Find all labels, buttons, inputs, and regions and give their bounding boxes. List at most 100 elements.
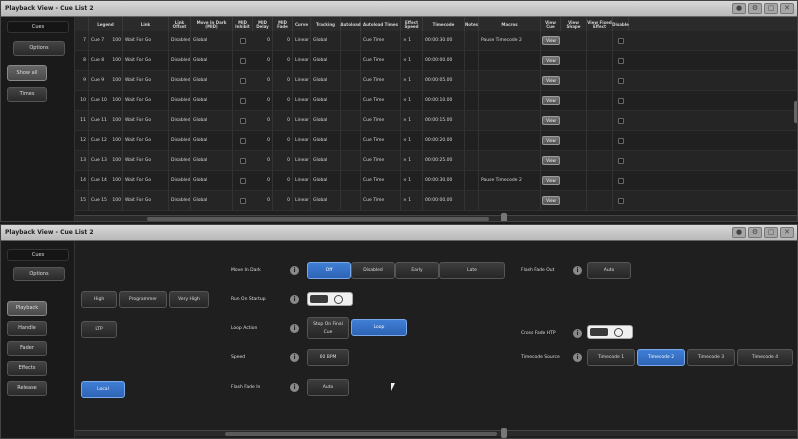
info-icon[interactable]: i bbox=[290, 266, 299, 275]
cue-notes[interactable] bbox=[465, 71, 479, 91]
loop-button[interactable]: Loop bbox=[351, 319, 407, 336]
cue-legend[interactable]: Cue 14 100 bbox=[89, 171, 123, 191]
window-titlebar[interactable]: Playback View - Cue List 2 ● ⚙ ▢ ✕ bbox=[1, 225, 797, 241]
cue-timecode[interactable]: 00:00:00.00 bbox=[423, 51, 465, 71]
cue-timecode[interactable]: 00:00:20.00 bbox=[423, 131, 465, 151]
cue-link[interactable]: Wait For Go bbox=[123, 71, 169, 91]
disable-checkbox[interactable] bbox=[618, 58, 624, 64]
scrollbar-grip[interactable] bbox=[501, 428, 507, 438]
cue-link[interactable]: Wait For Go bbox=[123, 191, 169, 211]
mid-inhibit-checkbox[interactable] bbox=[240, 58, 246, 64]
cue-autoload-times[interactable]: Cue Time bbox=[361, 111, 401, 131]
timecode-4-button[interactable]: Timecode 4 bbox=[737, 349, 793, 366]
lock-icon[interactable]: ● bbox=[732, 227, 746, 238]
window-titlebar[interactable]: Playback View - Cue List 2 ● ⚙ ▢ ✕ bbox=[1, 1, 797, 17]
cue-mid-fade[interactable]: 0 bbox=[273, 71, 293, 91]
mid-inhibit-checkbox[interactable] bbox=[240, 118, 246, 124]
timecode-1-button[interactable]: Timecode 1 bbox=[587, 349, 635, 366]
cue-notes[interactable] bbox=[465, 191, 479, 211]
cue-tracking[interactable]: Global bbox=[311, 51, 341, 71]
cue-view-shape[interactable] bbox=[561, 71, 587, 91]
scrollbar-grip[interactable] bbox=[501, 213, 507, 221]
cue-view-shape[interactable] bbox=[561, 151, 587, 171]
cue-move-in-dark[interactable]: Global bbox=[191, 191, 233, 211]
cue-curve[interactable]: Linear bbox=[293, 151, 311, 171]
cue-macros[interactable] bbox=[479, 131, 541, 151]
cue-curve[interactable]: Linear bbox=[293, 131, 311, 151]
cue-timecode[interactable]: 00:00:05.00 bbox=[423, 71, 465, 91]
cue-view-fixed-effect[interactable] bbox=[587, 111, 613, 131]
cue-number[interactable]: 12 bbox=[75, 131, 89, 151]
cue-autoload-times[interactable]: Cue Time bbox=[361, 71, 401, 91]
info-icon[interactable]: i bbox=[573, 266, 582, 275]
cue-link-offset[interactable]: Disabled bbox=[169, 191, 191, 211]
cue-tracking[interactable]: Global bbox=[311, 131, 341, 151]
cue-legend[interactable]: Cue 13 100 bbox=[89, 151, 123, 171]
nav-playback-button[interactable]: Playback bbox=[7, 301, 47, 316]
cue-link[interactable]: Wait For Go bbox=[123, 91, 169, 111]
cue-autoload-times[interactable]: Cue Time bbox=[361, 51, 401, 71]
lock-icon[interactable]: ● bbox=[732, 3, 746, 14]
cue-number[interactable]: 9 bbox=[75, 71, 89, 91]
cue-autoload[interactable] bbox=[341, 111, 361, 131]
cue-effect-speed[interactable]: × 1 bbox=[401, 111, 423, 131]
cue-mid-fade[interactable]: 0 bbox=[273, 151, 293, 171]
cue-mid-delay[interactable]: 0 bbox=[253, 111, 273, 131]
cue-autoload[interactable] bbox=[341, 171, 361, 191]
info-icon[interactable]: i bbox=[290, 295, 299, 304]
flash-fade-in-button[interactable]: Auto bbox=[307, 379, 349, 396]
cue-mid-fade[interactable]: 0 bbox=[273, 51, 293, 71]
cue-autoload-times[interactable]: Cue Time bbox=[361, 131, 401, 151]
mid-disabled-button[interactable]: Disabled bbox=[351, 262, 395, 279]
cue-mid-fade[interactable]: 0 bbox=[273, 131, 293, 151]
cue-number[interactable]: 7 bbox=[75, 31, 89, 51]
cue-view-shape[interactable] bbox=[561, 91, 587, 111]
scrollbar-thumb[interactable] bbox=[225, 432, 497, 436]
cue-link[interactable]: Wait For Go bbox=[123, 171, 169, 191]
show-all-button[interactable]: Show all bbox=[7, 65, 47, 81]
nav-effects-button[interactable]: Effects bbox=[7, 361, 47, 376]
cue-effect-speed[interactable]: × 1 bbox=[401, 71, 423, 91]
table-row[interactable]: 10 Cue 10 100 Wait For Go Disabled Global 0 0 Li… bbox=[75, 91, 797, 111]
cue-mid-delay[interactable]: 0 bbox=[253, 171, 273, 191]
cue-legend[interactable]: Cue 10 100 bbox=[89, 91, 123, 111]
table-row[interactable]: 8 Cue 8 100 Wait For Go Disabled Global 0 0 Line… bbox=[75, 51, 797, 71]
cue-notes[interactable] bbox=[465, 151, 479, 171]
timecode-2-button[interactable]: Timecode 2 bbox=[637, 349, 685, 366]
nav-times-button[interactable]: Times bbox=[7, 87, 47, 102]
cue-mid-delay[interactable]: 0 bbox=[253, 151, 273, 171]
cue-tracking[interactable]: Global bbox=[311, 71, 341, 91]
cue-curve[interactable]: Linear bbox=[293, 171, 311, 191]
cue-autoload-times[interactable]: Cue Time bbox=[361, 171, 401, 191]
cue-macros[interactable] bbox=[479, 71, 541, 91]
cue-link[interactable]: Wait For Go bbox=[123, 51, 169, 71]
cue-link-offset[interactable]: Disabled bbox=[169, 111, 191, 131]
stop-on-final-cue-button[interactable]: Stop On Final Cue bbox=[307, 317, 349, 339]
table-row[interactable]: 11 Cue 11 100 Wait For Go Disabled Global 0 0 Li… bbox=[75, 111, 797, 131]
cue-timecode[interactable]: 00:00:10.00 bbox=[423, 91, 465, 111]
disable-checkbox[interactable] bbox=[618, 138, 624, 144]
cue-legend[interactable]: Cue 8 100 bbox=[89, 51, 123, 71]
cue-tracking[interactable]: Global bbox=[311, 111, 341, 131]
cue-move-in-dark[interactable]: Global bbox=[191, 171, 233, 191]
cue-view-shape[interactable] bbox=[561, 111, 587, 131]
cue-legend[interactable]: Cue 11 100 bbox=[89, 111, 123, 131]
cue-macros[interactable] bbox=[479, 51, 541, 71]
cue-tracking[interactable]: Global bbox=[311, 31, 341, 51]
disable-checkbox[interactable] bbox=[618, 178, 624, 184]
info-icon[interactable]: i bbox=[573, 329, 582, 338]
cue-autoload[interactable] bbox=[341, 51, 361, 71]
cue-autoload-times[interactable]: Cue Time bbox=[361, 91, 401, 111]
mid-inhibit-checkbox[interactable] bbox=[240, 98, 246, 104]
info-icon[interactable]: i bbox=[290, 353, 299, 362]
cross-fade-htp-toggle[interactable] bbox=[587, 325, 633, 339]
cue-view-fixed-effect[interactable] bbox=[587, 151, 613, 171]
disable-checkbox[interactable] bbox=[618, 38, 624, 44]
disable-checkbox[interactable] bbox=[618, 158, 624, 164]
cue-link[interactable]: Wait For Go bbox=[123, 111, 169, 131]
cue-curve[interactable]: Linear bbox=[293, 91, 311, 111]
cue-tracking[interactable]: Global bbox=[311, 91, 341, 111]
cue-effect-speed[interactable]: × 1 bbox=[401, 131, 423, 151]
cue-move-in-dark[interactable]: Global bbox=[191, 31, 233, 51]
table-row[interactable]: 15 Cue 15 100 Wait For Go Disabled Global 0 0 Li… bbox=[75, 191, 797, 211]
